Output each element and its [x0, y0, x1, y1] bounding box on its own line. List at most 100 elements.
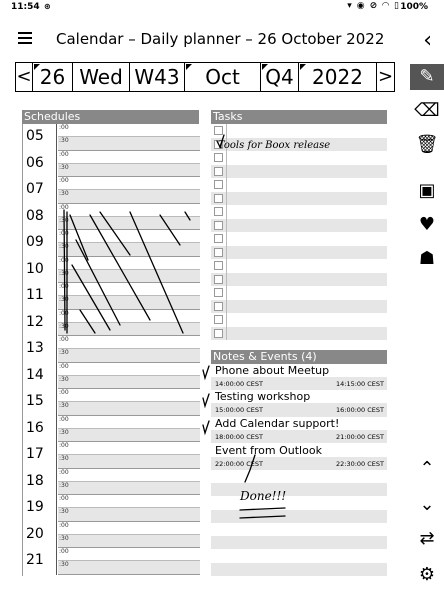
note-row[interactable]: [211, 550, 387, 563]
task-checkbox[interactable]: [214, 180, 223, 189]
slot-30[interactable]: :30: [58, 375, 200, 389]
heart-pulse-icon[interactable]: ♥: [414, 212, 440, 238]
task-row[interactable]: [211, 164, 387, 178]
hour-row[interactable]: 16:00:30: [23, 415, 200, 442]
slot-30[interactable]: :30: [58, 428, 200, 442]
task-checkbox[interactable]: [214, 328, 223, 338]
slot-30[interactable]: :30: [58, 508, 200, 522]
slot-30[interactable]: :30: [58, 269, 200, 283]
gear-icon[interactable]: ⚙: [414, 562, 440, 588]
task-row[interactable]: [211, 151, 387, 165]
hour-row[interactable]: 05:00:30: [23, 124, 200, 151]
hour-row[interactable]: 11:00:30: [23, 283, 200, 310]
task-checkbox[interactable]: [214, 301, 223, 311]
task-row[interactable]: [211, 272, 387, 286]
hour-row[interactable]: 12:00:30: [23, 309, 200, 336]
hour-row[interactable]: 07:00:30: [23, 177, 200, 204]
hour-row[interactable]: 10:00:30: [23, 256, 200, 283]
task-row[interactable]: [211, 124, 387, 138]
slot-00[interactable]: :00: [58, 416, 200, 429]
schedule-grid[interactable]: 05:00:30 06:00:30 07:00:30 08:00:30 09:00:30…: [22, 124, 200, 576]
task-row[interactable]: [211, 245, 387, 259]
slot-30[interactable]: :30: [58, 243, 200, 257]
slot-30[interactable]: :30: [58, 455, 200, 469]
task-checkbox[interactable]: [214, 261, 223, 270]
event-item[interactable]: Phone about Meetup 14:00:00 CEST 14:15:00…: [211, 364, 387, 390]
hour-row[interactable]: 18:00:30: [23, 468, 200, 495]
day-selector[interactable]: 26: [33, 62, 73, 92]
task-checkbox[interactable]: [214, 207, 223, 216]
slot-00[interactable]: :00: [58, 257, 200, 270]
task-row[interactable]: [211, 191, 387, 205]
note-row[interactable]: [211, 562, 387, 576]
slot-30[interactable]: :30: [58, 561, 200, 575]
slot-30[interactable]: :30: [58, 349, 200, 363]
task-row[interactable]: [211, 326, 387, 340]
slot-00[interactable]: :00: [58, 204, 200, 217]
task-checkbox[interactable]: [214, 247, 223, 257]
chevron-up-icon[interactable]: ⌃: [414, 456, 440, 482]
tasks-grid[interactable]: [211, 124, 387, 340]
slot-00[interactable]: :00: [58, 336, 200, 349]
chevron-down-icon[interactable]: ⌄: [414, 492, 440, 518]
task-checkbox[interactable]: [214, 166, 223, 176]
task-checkbox[interactable]: [214, 234, 223, 243]
task-checkbox[interactable]: [214, 153, 223, 162]
task-checkbox[interactable]: [214, 220, 223, 230]
month-selector[interactable]: Oct: [185, 62, 261, 92]
event-item[interactable]: Event from Outlook 22:00:00 CEST 22:30:00…: [211, 444, 387, 470]
hour-row[interactable]: 08:00:30: [23, 203, 200, 230]
slot-30[interactable]: :30: [58, 402, 200, 416]
slot-00[interactable]: :00: [58, 363, 200, 376]
event-item[interactable]: Testing workshop 15:00:00 CEST 16:00:00 C…: [211, 390, 387, 416]
slot-00[interactable]: :00: [58, 230, 200, 243]
next-day-button[interactable]: >: [377, 62, 395, 92]
slot-00[interactable]: :00: [58, 389, 200, 402]
task-row[interactable]: [211, 137, 387, 151]
menu-icon[interactable]: [18, 32, 32, 44]
hour-row[interactable]: 21:00:30: [23, 548, 200, 575]
hour-row[interactable]: 15:00:30: [23, 389, 200, 416]
slot-00[interactable]: :00: [58, 522, 200, 535]
hour-row[interactable]: 14:00:30: [23, 362, 200, 389]
robot-icon[interactable]: ☗: [414, 246, 440, 272]
slot-30[interactable]: :30: [58, 190, 200, 204]
slot-00[interactable]: :00: [58, 151, 200, 164]
hour-row[interactable]: 09:00:30: [23, 230, 200, 257]
task-row[interactable]: [211, 313, 387, 327]
slot-00[interactable]: :00: [58, 469, 200, 482]
slot-00[interactable]: :00: [58, 177, 200, 190]
slot-00[interactable]: :00: [58, 124, 200, 137]
task-row[interactable]: [211, 178, 387, 192]
trash-icon[interactable]: 🗑: [414, 132, 440, 158]
task-checkbox[interactable]: [214, 193, 223, 203]
eraser-icon[interactable]: ⌫: [414, 98, 440, 124]
hour-row[interactable]: 13:00:30: [23, 336, 200, 363]
note-row[interactable]: [211, 509, 387, 523]
slot-00[interactable]: :00: [58, 283, 200, 296]
task-checkbox[interactable]: [214, 288, 223, 297]
task-row[interactable]: [211, 218, 387, 232]
slot-00[interactable]: :00: [58, 442, 200, 455]
task-checkbox[interactable]: [214, 139, 223, 149]
hour-row[interactable]: 06:00:30: [23, 150, 200, 177]
task-checkbox[interactable]: [214, 274, 223, 284]
task-row[interactable]: [211, 259, 387, 273]
slot-00[interactable]: :00: [58, 495, 200, 508]
calendar-icon[interactable]: ▣: [414, 178, 440, 204]
task-checkbox[interactable]: [214, 126, 223, 135]
chevron-left-icon[interactable]: ‹: [423, 28, 432, 53]
task-row[interactable]: [211, 232, 387, 246]
slot-00[interactable]: :00: [58, 548, 200, 561]
note-row[interactable]: [211, 483, 387, 497]
slot-00[interactable]: :00: [58, 310, 200, 323]
slot-30[interactable]: :30: [58, 163, 200, 177]
slot-30[interactable]: :30: [58, 296, 200, 310]
weekday-selector[interactable]: Wed: [73, 62, 130, 92]
event-item[interactable]: Add Calendar support! 18:00:00 CEST 21:00…: [211, 417, 387, 443]
week-selector[interactable]: W43: [130, 62, 185, 92]
hour-row[interactable]: 17:00:30: [23, 442, 200, 469]
year-selector[interactable]: 2022: [299, 62, 377, 92]
slot-30[interactable]: :30: [58, 481, 200, 495]
quarter-selector[interactable]: Q4: [261, 62, 299, 92]
